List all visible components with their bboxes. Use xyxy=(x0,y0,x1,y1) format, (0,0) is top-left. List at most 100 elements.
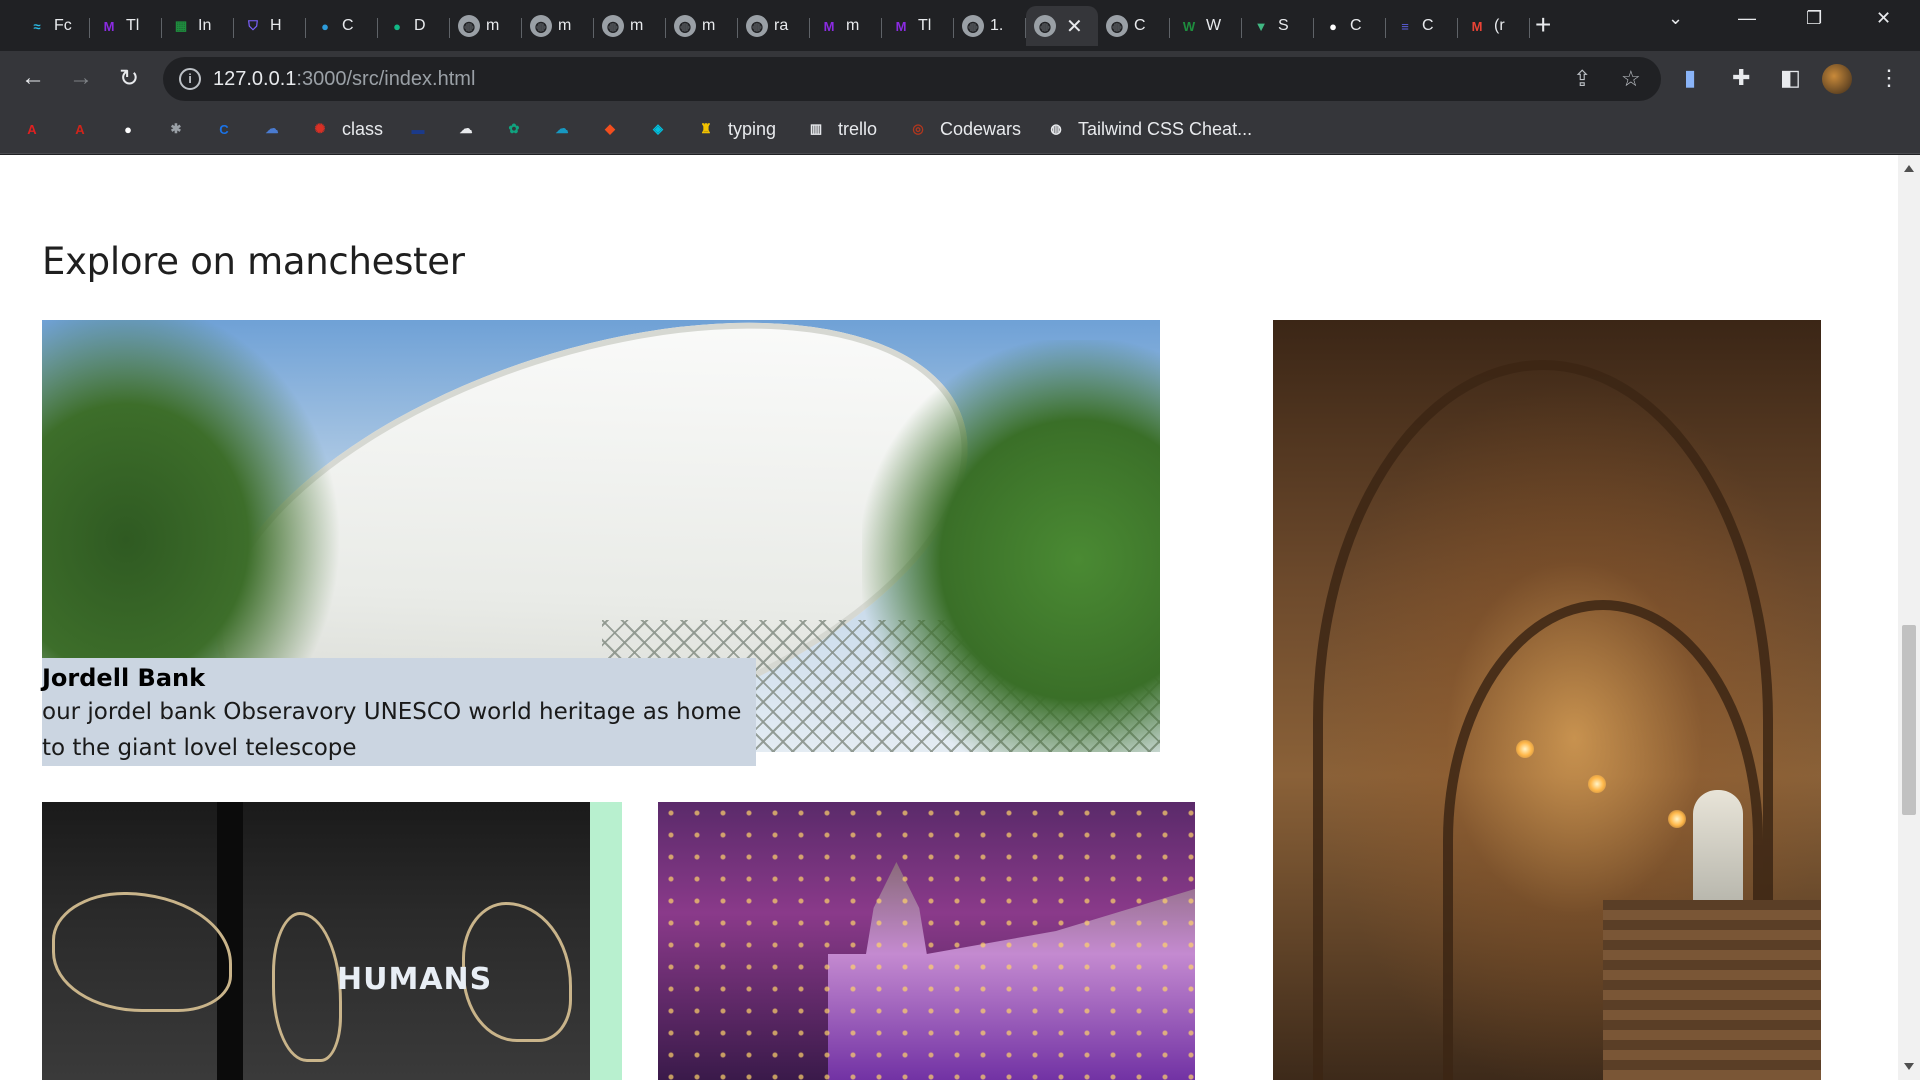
chatgpt-icon: ✿ xyxy=(508,121,520,136)
browser-tab[interactable]: ◍ m xyxy=(522,6,594,46)
bookmark-item[interactable]: C xyxy=(212,115,246,143)
address-bar[interactable]: i 127.0.0.1:3000/src/index.html ⇪ ☆ xyxy=(163,57,1661,101)
featured-caption: Jordell Bank our jordel bank Obseravory … xyxy=(42,658,756,766)
john-rylands-library-image xyxy=(1273,320,1821,1080)
shield-icon: ⛉ xyxy=(248,18,258,33)
bookmark-item[interactable]: ▬ xyxy=(406,115,440,143)
browser-tab[interactable]: ◍ m xyxy=(450,6,522,46)
bookmark-item[interactable]: ☁ xyxy=(260,115,294,143)
restore-button[interactable]: ❐ xyxy=(1806,8,1822,29)
scroll-thumb[interactable] xyxy=(1902,625,1916,815)
url-path: :3000/src/index.html xyxy=(296,68,476,90)
browser-tab[interactable]: Mm xyxy=(810,6,882,46)
tab-title: In xyxy=(198,17,212,34)
vue-icon: ▼ xyxy=(1254,18,1268,34)
skeleton-center xyxy=(272,912,342,1062)
menu-kebab-icon[interactable]: ⋮ xyxy=(1878,65,1900,91)
browser-tab[interactable]: ▼ S xyxy=(1242,6,1314,46)
globe-icon: ◍ xyxy=(530,15,552,37)
tab-list: ≈ Fc M Tl ▦ In ⛉ H ● C ● D ◍ m ◍ m ◍ m ◍ m ◍ ra Mm M Tl ◍ 1. ◍ ✕ ◍ C W W… xyxy=(18,6,1530,51)
bookmark-item[interactable]: ✱ xyxy=(164,115,198,143)
tab-title: Tl xyxy=(126,17,140,34)
browser-tab[interactable]: ◍ m xyxy=(594,6,666,46)
tree-right xyxy=(862,340,1160,752)
bookmark-item[interactable]: A xyxy=(68,115,102,143)
bookmark-item[interactable]: ◈ xyxy=(646,115,680,143)
bookmark-label: trello xyxy=(838,118,878,139)
tab-title: S xyxy=(1278,17,1289,34)
lamp-light xyxy=(1668,810,1686,828)
browser-toolbar: ← → ↻ i 127.0.0.1:3000/src/index.html ⇪ … xyxy=(0,51,1920,106)
browser-tab[interactable]: M Tl xyxy=(90,6,162,46)
fairy-lights xyxy=(658,802,1195,1080)
tab-title: 1. xyxy=(990,17,1004,34)
close-window-button[interactable]: ✕ xyxy=(1876,8,1891,29)
bookmark-item[interactable]: ◎ Codewars xyxy=(906,115,1021,143)
tab-title: (r xyxy=(1494,17,1505,34)
site-info-icon[interactable]: i xyxy=(179,68,201,90)
gmail-icon: M xyxy=(1471,18,1483,34)
browser-tab[interactable]: ◍ ra xyxy=(738,6,810,46)
bookmark-item[interactable]: ▥ trello xyxy=(804,115,877,143)
tab-title: ra xyxy=(774,17,789,34)
share-icon[interactable]: ⇪ xyxy=(1573,66,1591,92)
bookmark-item[interactable]: ☁ xyxy=(454,115,488,143)
browser-tab[interactable]: M Tl xyxy=(882,6,954,46)
browser-tab[interactable]: ◍ 1. xyxy=(954,6,1026,46)
manchester-town-hall-image xyxy=(658,802,1195,1080)
salesforce-icon: ☁ xyxy=(555,121,569,136)
bookmark-item[interactable]: ◆ xyxy=(598,115,632,143)
bookmark-label: typing xyxy=(728,118,777,139)
extension-doc-icon[interactable]: ▮ xyxy=(1684,65,1696,91)
browser-tab[interactable]: ◍ ✕ xyxy=(1026,6,1098,46)
page-scrollbar[interactable] xyxy=(1898,155,1920,1080)
profile-avatar[interactable] xyxy=(1822,64,1852,94)
dash-icon: ▬ xyxy=(411,121,425,137)
tab-search-chevron-down-icon[interactable]: ⌄ xyxy=(1668,8,1683,29)
browser-tab[interactable]: ≡ C xyxy=(1386,6,1458,46)
minimize-button[interactable]: — xyxy=(1738,8,1756,29)
browser-tab[interactable]: ◍ m xyxy=(666,6,738,46)
bookmark-item[interactable]: ☁ xyxy=(550,115,584,143)
browser-tab[interactable]: ● C xyxy=(306,6,378,46)
bookmark-item[interactable]: ♜ typing xyxy=(694,115,776,143)
tab-title: m xyxy=(486,17,500,34)
bookmark-item[interactable]: ✺ class xyxy=(308,115,383,143)
scroll-down-arrow-icon[interactable] xyxy=(1904,1063,1914,1070)
bookmark-item[interactable]: ◍ Tailwind CSS Cheat... xyxy=(1044,115,1252,143)
cloud-upload-icon: ☁ xyxy=(459,121,473,136)
browser-tab[interactable]: ▦ In xyxy=(162,6,234,46)
reload-icon[interactable]: ↻ xyxy=(114,63,144,93)
extensions-puzzle-icon[interactable]: ✚ xyxy=(1732,65,1750,91)
browser-tab[interactable]: M (r xyxy=(1458,6,1530,46)
globe-icon: ◍ xyxy=(458,15,480,37)
lamp-light xyxy=(1588,775,1606,793)
sheet-icon: ▦ xyxy=(174,18,188,33)
figma-icon: ◆ xyxy=(605,121,615,136)
side-panel-icon[interactable]: ◧ xyxy=(1780,65,1801,91)
bookmarks-bar: A A ● ✱ C ☁ ✺ class ▬ ☁ ✿ ☁ ◆ ◈ ♜ typing ▥ trello ◎ Codewar… xyxy=(0,106,1920,154)
browser-tab[interactable]: ≈ Fc xyxy=(18,6,90,46)
bookmark-star-icon[interactable]: ☆ xyxy=(1621,66,1641,92)
back-arrow-icon[interactable]: ← xyxy=(18,63,48,93)
tab-close-icon[interactable]: ✕ xyxy=(1066,14,1083,39)
tab-title: C xyxy=(1350,17,1362,34)
tab-title: H xyxy=(270,17,282,34)
browser-tab[interactable]: ● C xyxy=(1314,6,1386,46)
browser-tab[interactable]: ● D xyxy=(378,6,450,46)
github-icon: ● xyxy=(1329,18,1337,34)
browser-tab[interactable]: ◍ C xyxy=(1098,6,1170,46)
bookmark-item[interactable]: ✿ xyxy=(502,115,536,143)
bookmark-item[interactable]: A xyxy=(20,115,54,143)
scroll-up-arrow-icon[interactable] xyxy=(1904,165,1914,172)
new-tab-button[interactable]: + xyxy=(1535,10,1551,40)
bookmark-item[interactable]: ● xyxy=(116,115,150,143)
forward-arrow-icon[interactable]: → xyxy=(66,63,96,93)
url-text[interactable]: 127.0.0.1:3000/src/index.html xyxy=(213,68,475,91)
browser-tab[interactable]: ⛉ H xyxy=(234,6,306,46)
typing-icon: ♜ xyxy=(700,121,712,136)
surf-icon: ≈ xyxy=(33,18,41,34)
browser-tab[interactable]: WW xyxy=(1170,6,1242,46)
tab-title: C xyxy=(1422,17,1434,34)
featured-description: our jordel bank Obseravory UNESCO world … xyxy=(42,699,742,761)
